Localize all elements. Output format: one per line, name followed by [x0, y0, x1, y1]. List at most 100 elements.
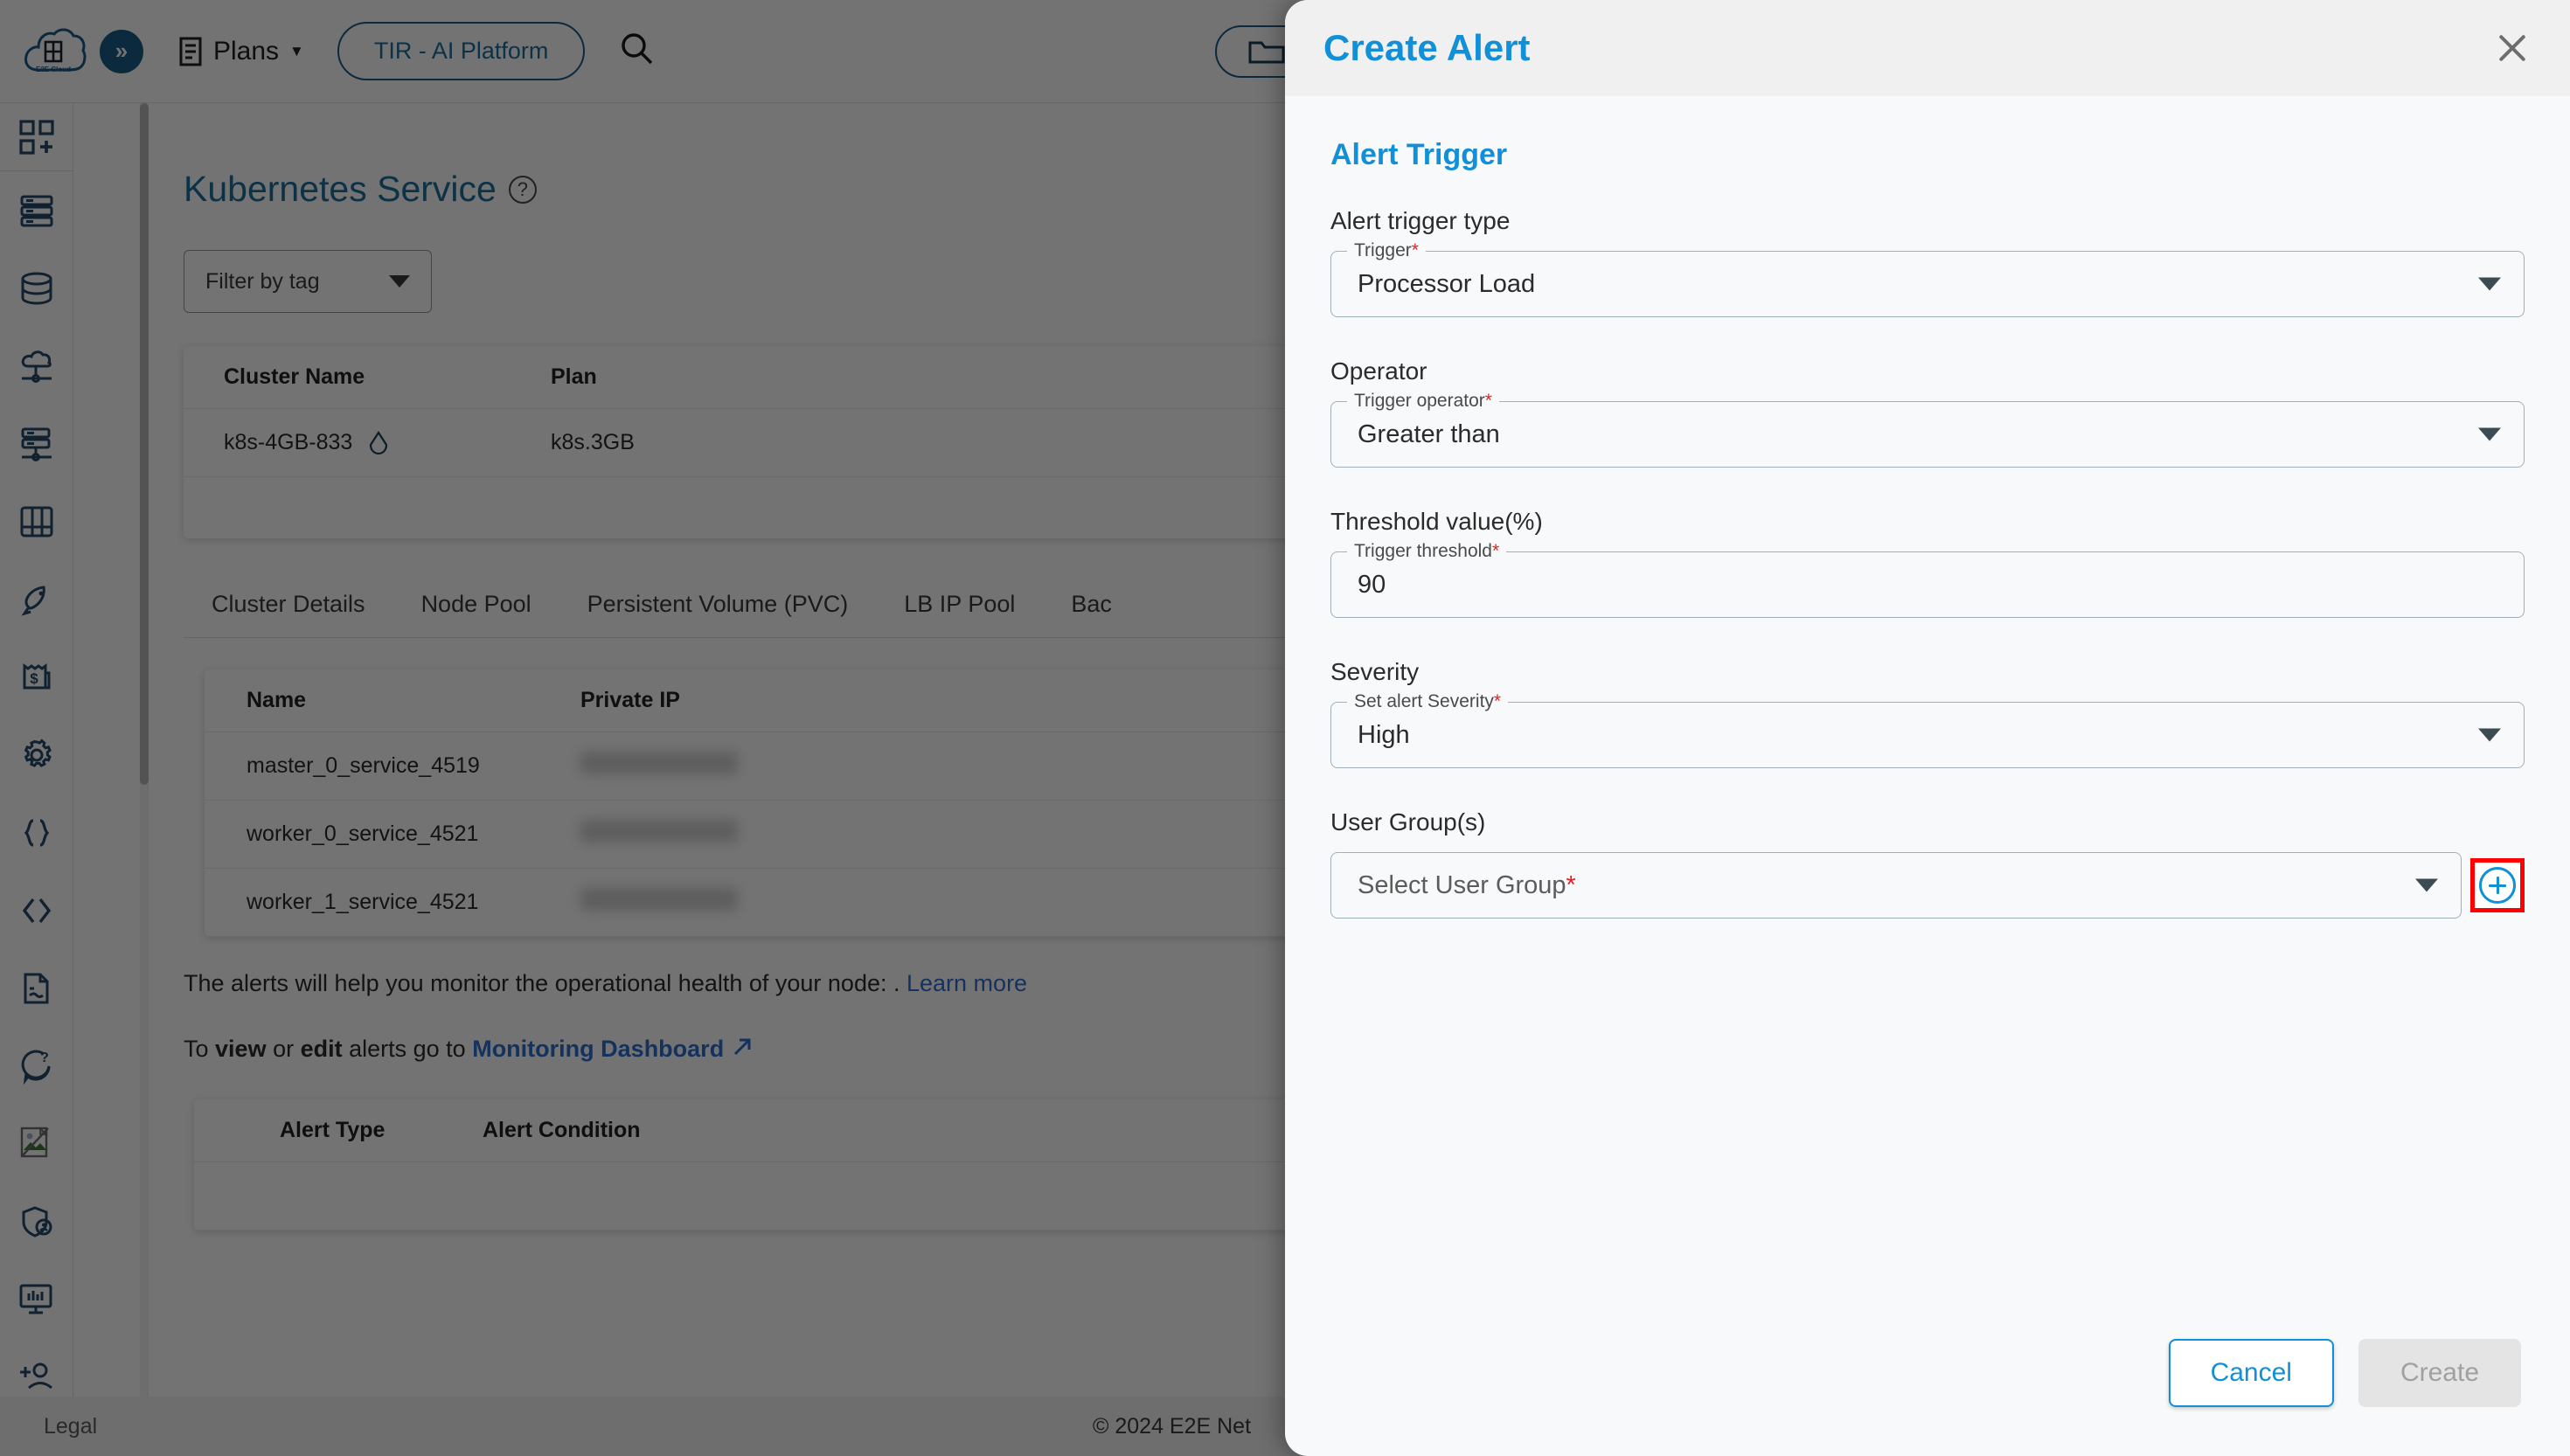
- trigger-threshold-value: 90: [1358, 570, 1386, 599]
- document-icon: [24, 973, 49, 1003]
- sidebar-item-settings[interactable]: [0, 716, 73, 794]
- chevron-down-icon: [2478, 427, 2501, 441]
- cell-node-name: worker_1_service_4521: [247, 890, 479, 914]
- redacted-ip: [580, 820, 738, 842]
- tab-persistent-volume[interactable]: Persistent Volume (PVC): [559, 579, 877, 637]
- user-group-row: Select User Group*: [1330, 852, 2525, 919]
- svg-text:?: ?: [40, 1050, 49, 1065]
- sidebar-item-access-control[interactable]: [0, 1182, 73, 1260]
- code-brackets-icon: [22, 898, 52, 923]
- notch-label-trigger: Trigger*: [1347, 240, 1426, 261]
- legal-link[interactable]: Legal: [44, 1414, 97, 1439]
- column-header-alert-type: Alert Type: [280, 1118, 386, 1142]
- gear-icon: [24, 738, 52, 767]
- cell-private-ip: [580, 820, 956, 849]
- chevron-down-icon: [2478, 277, 2501, 291]
- sidebar-item-database[interactable]: [0, 249, 73, 327]
- folder-icon: [1248, 41, 1285, 64]
- trigger-value: Processor Load: [1358, 269, 1536, 298]
- dialog-actions: Cancel Create: [2168, 1339, 2521, 1407]
- sidebar-item-code[interactable]: [0, 871, 73, 949]
- label-alert-trigger-type: Alert trigger type: [1330, 207, 1511, 234]
- column-header-plan: Plan: [551, 364, 597, 389]
- cell-private-ip: [580, 752, 956, 780]
- create-button[interactable]: Create: [2358, 1339, 2521, 1407]
- dialog-header: Create Alert: [1285, 0, 2570, 96]
- note-edit: edit: [300, 1036, 343, 1062]
- sidebar-item-monitoring[interactable]: [0, 1260, 73, 1338]
- tab-cluster-details[interactable]: Cluster Details: [184, 579, 393, 637]
- user-group-placeholder: Select User Group*: [1358, 870, 1576, 899]
- sidebar-item-grid-table[interactable]: [0, 482, 73, 560]
- sidebar-item-cloud-network[interactable]: [0, 327, 73, 405]
- sidebar-item-launch[interactable]: [0, 560, 73, 638]
- page-title-text: Kubernetes Service: [184, 169, 497, 209]
- question-mark-icon[interactable]: ?: [508, 175, 537, 204]
- cell-node-name: worker_0_service_4521: [247, 822, 479, 846]
- section-title-alert-trigger: Alert Trigger: [1330, 138, 1508, 171]
- chevron-down-icon: ▼: [289, 42, 304, 59]
- chat-question-icon: ?: [21, 1050, 51, 1085]
- trigger-select[interactable]: Trigger* Processor Load: [1330, 240, 2525, 317]
- chevron-down-icon: [2478, 728, 2501, 742]
- double-chevron-right-icon[interactable]: »: [100, 29, 143, 73]
- monitoring-dashboard-link[interactable]: Monitoring Dashboard: [472, 1036, 724, 1062]
- chevron-down-icon: [389, 275, 410, 288]
- label-threshold-value: Threshold value(%): [1330, 508, 1543, 535]
- learn-more-link[interactable]: Learn more: [906, 970, 1027, 996]
- label-operator: Operator: [1330, 357, 1427, 385]
- sidebar-item-documents[interactable]: [0, 949, 73, 1027]
- column-header-cluster-name: Cluster Name: [224, 364, 365, 389]
- sidebar-item-billing[interactable]: $: [0, 638, 73, 716]
- note-prefix: To: [184, 1036, 216, 1062]
- tab-node-pool[interactable]: Node Pool: [393, 579, 559, 637]
- close-icon[interactable]: [2493, 29, 2532, 67]
- grid-table-icon: [20, 506, 53, 537]
- e2e-cloud-logo[interactable]: E2E Cloud: [19, 17, 87, 86]
- cell-node-name: master_0_service_4519: [247, 753, 480, 778]
- cell-private-ip: [580, 888, 956, 917]
- shield-user-icon: [22, 1205, 52, 1238]
- trigger-threshold-input[interactable]: Trigger threshold* 90: [1330, 541, 2525, 618]
- rocket-icon: [21, 585, 45, 616]
- user-group-select[interactable]: Select User Group*: [1330, 852, 2462, 919]
- tag-icon[interactable]: [368, 430, 389, 455]
- add-user-icon: [20, 1362, 52, 1389]
- tir-ai-platform-button[interactable]: TIR - AI Platform: [337, 22, 586, 80]
- dialog-title: Create Alert: [1323, 27, 1531, 68]
- note-mid: or: [266, 1036, 301, 1062]
- plans-menu[interactable]: Plans ▼: [177, 35, 304, 68]
- column-header-alert-condition: Alert Condition: [483, 1118, 641, 1142]
- search-icon[interactable]: [618, 30, 656, 73]
- server-stack-icon: [20, 195, 53, 226]
- copyright-text: © 2024 E2E Net: [1093, 1413, 1252, 1439]
- sidebar-item-compute[interactable]: [0, 171, 73, 249]
- screen: E2E Cloud » Plans ▼ TIR - AI Platform $ …: [0, 0, 2570, 1456]
- notch-label-set-alert-severity: Set alert Severity*: [1347, 691, 1509, 712]
- cancel-button[interactable]: Cancel: [2168, 1339, 2334, 1407]
- tab-backup[interactable]: Bac: [1043, 579, 1140, 637]
- curly-braces-icon: [24, 818, 50, 847]
- filter-by-tag-dropdown[interactable]: Filter by tag: [184, 250, 432, 313]
- label-user-groups: User Group(s): [1330, 808, 1486, 835]
- trigger-operator-select[interactable]: Trigger operator* Greater than: [1330, 391, 2525, 468]
- sidebar-item-server-network[interactable]: [0, 405, 73, 482]
- plus-circle-icon[interactable]: [2479, 867, 2516, 904]
- plans-icon: [179, 37, 202, 66]
- sidebar-item-add-service[interactable]: [0, 103, 73, 171]
- database-icon: [21, 272, 52, 305]
- sidebar-item-support[interactable]: ?: [0, 1027, 73, 1105]
- billing-receipt-icon: $: [23, 662, 51, 689]
- cell-cluster-name: k8s-4GB-833: [184, 430, 551, 455]
- svg-text:$: $: [30, 670, 38, 687]
- page-scrollbar[interactable]: [140, 103, 149, 1397]
- left-sidebar: $ ?: [0, 103, 73, 1456]
- external-link-arrow-icon: [733, 1038, 751, 1056]
- trigger-operator-value: Greater than: [1358, 419, 1500, 448]
- scrollbar-thumb[interactable]: [140, 103, 149, 785]
- sidebar-item-api[interactable]: [0, 794, 73, 871]
- alert-severity-select[interactable]: Set alert Severity* High: [1330, 691, 2525, 768]
- column-header-private-ip: Private IP: [580, 688, 680, 712]
- tab-lb-ip-pool[interactable]: LB IP Pool: [876, 579, 1043, 637]
- sidebar-item-images[interactable]: [0, 1105, 73, 1182]
